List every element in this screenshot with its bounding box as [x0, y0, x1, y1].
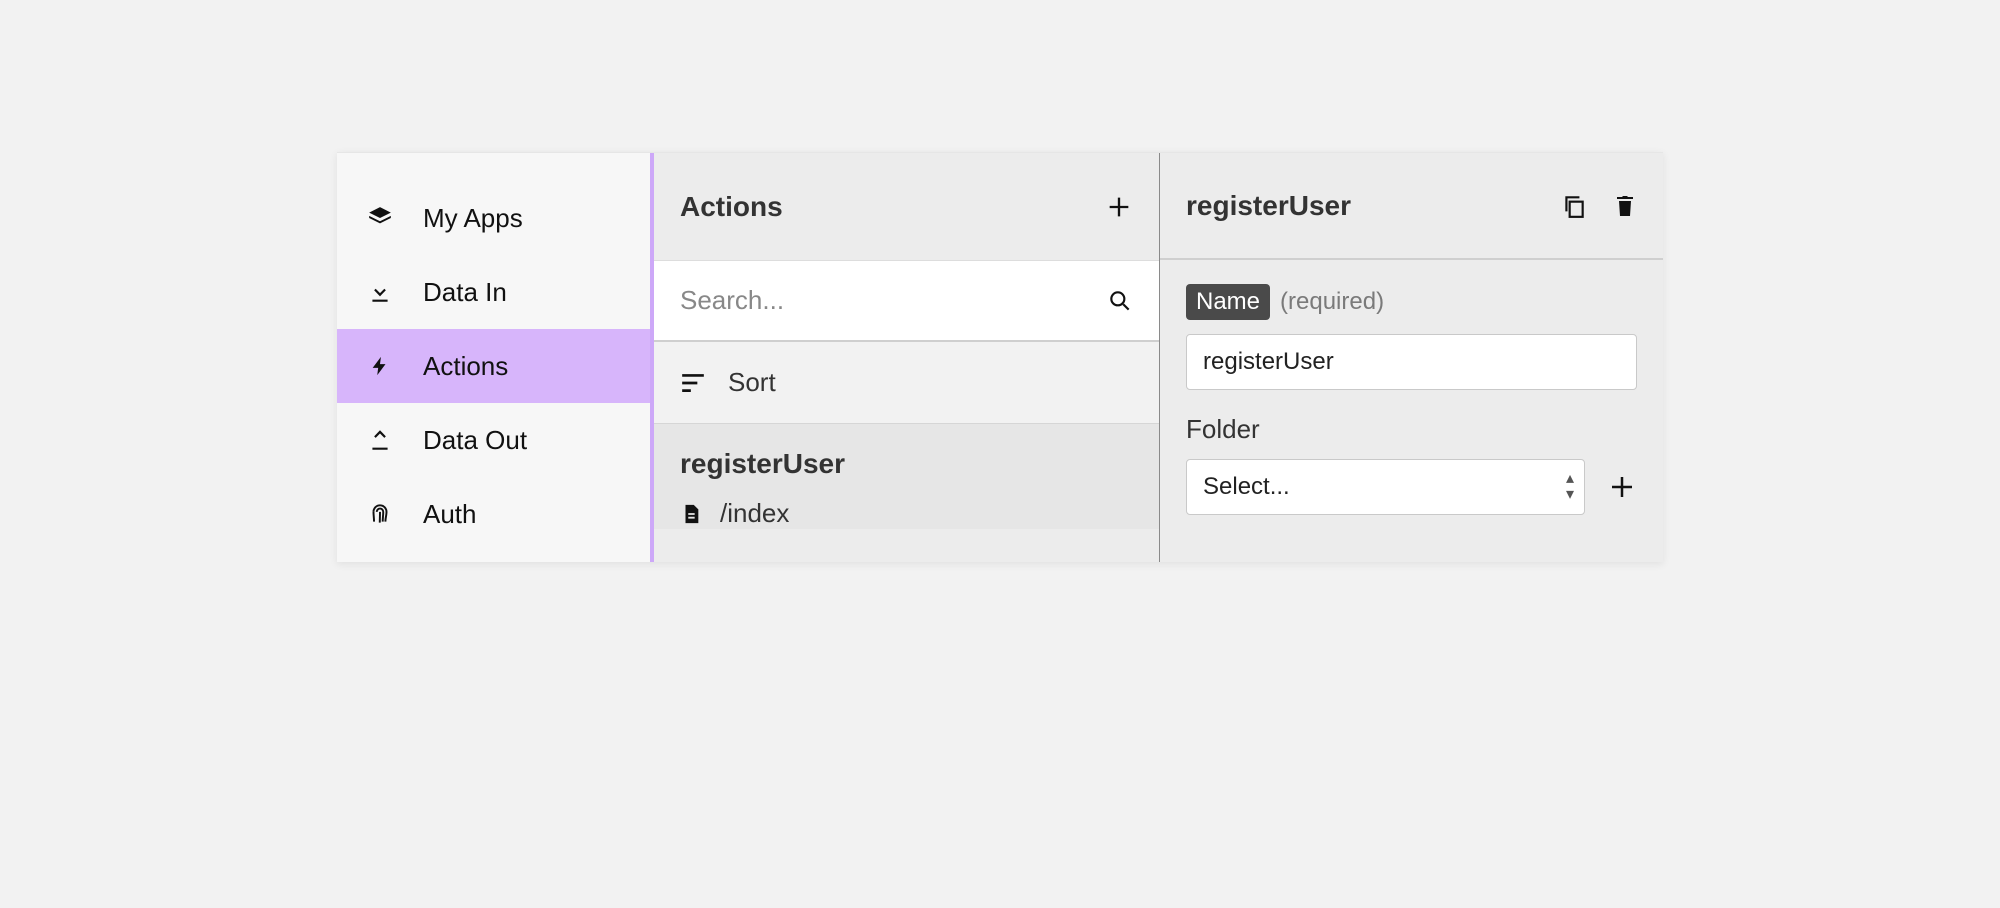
- search-row: [654, 260, 1159, 342]
- download-icon: [365, 277, 395, 307]
- detail-header: registerUser: [1160, 153, 1663, 260]
- copy-icon[interactable]: [1561, 193, 1587, 219]
- folder-label: Folder: [1186, 414, 1637, 445]
- sidebar-item-label: Data In: [423, 277, 507, 308]
- folder-select-row: Select... ▴▾: [1186, 459, 1637, 515]
- folder-field-block: Folder Select... ▴▾: [1160, 390, 1663, 515]
- sidebar-item-label: Actions: [423, 351, 508, 382]
- detail-panel: registerUser Name (required) Folder Sel: [1160, 153, 1663, 562]
- sidebar-item-label: Data Out: [423, 425, 527, 456]
- sort-label: Sort: [728, 367, 776, 398]
- fingerprint-icon: [365, 499, 395, 529]
- file-icon: [680, 501, 702, 527]
- name-hint: (required): [1280, 288, 1384, 316]
- upload-icon: [365, 425, 395, 455]
- name-label-row: Name (required): [1186, 284, 1637, 320]
- action-list-item-label: /index: [720, 498, 789, 529]
- sidebar-item-my-apps[interactable]: My Apps: [337, 181, 650, 255]
- sidebar-item-label: Auth: [423, 499, 477, 530]
- folder-select-value: Select...: [1203, 473, 1290, 501]
- add-action-button[interactable]: [1105, 193, 1133, 221]
- folder-select[interactable]: Select... ▴▾: [1186, 459, 1585, 515]
- sort-icon: [680, 373, 706, 393]
- bolt-icon: [365, 351, 395, 381]
- actions-panel-title: Actions: [680, 191, 783, 223]
- detail-header-actions: [1561, 193, 1637, 219]
- sidebar-item-data-in[interactable]: Data In: [337, 255, 650, 329]
- action-group-title: registerUser: [654, 424, 1159, 488]
- detail-title: registerUser: [1186, 190, 1351, 222]
- sidebar-item-label: My Apps: [423, 203, 523, 234]
- actions-panel-header: Actions: [654, 153, 1159, 260]
- name-label: Name: [1186, 284, 1270, 320]
- chevron-updown-icon: ▴▾: [1566, 471, 1572, 503]
- sidebar-item-actions[interactable]: Actions: [337, 329, 650, 403]
- actions-panel: Actions Sort registerUser /index: [654, 153, 1160, 562]
- name-field-block: Name (required): [1160, 260, 1663, 390]
- sidebar-item-data-out[interactable]: Data Out: [337, 403, 650, 477]
- sidebar-item-auth[interactable]: Auth: [337, 477, 650, 551]
- sort-button[interactable]: Sort: [654, 342, 1159, 424]
- add-folder-button[interactable]: [1607, 472, 1637, 502]
- action-list-item[interactable]: /index: [654, 488, 1159, 529]
- layers-icon: [365, 203, 395, 233]
- search-input[interactable]: [680, 285, 1107, 316]
- sidebar: My Apps Data In Actions Data Out: [337, 153, 654, 562]
- app-window: My Apps Data In Actions Data Out: [337, 152, 1663, 562]
- name-input[interactable]: [1186, 334, 1637, 390]
- delete-icon[interactable]: [1613, 193, 1637, 219]
- search-icon[interactable]: [1107, 288, 1133, 314]
